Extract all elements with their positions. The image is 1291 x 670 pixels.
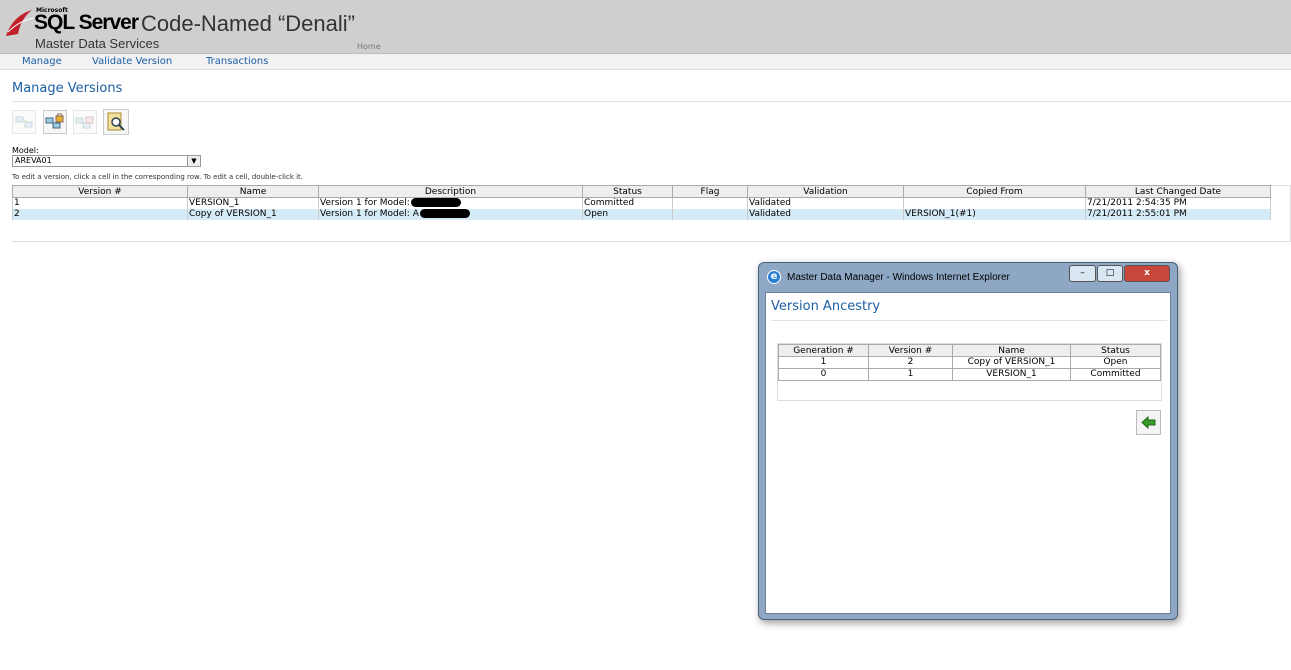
description-cell[interactable]: Version 1 for Model: A (318, 209, 583, 220)
nav-item-validate-version[interactable]: Validate Version (92, 56, 172, 67)
name-cell[interactable]: Copy of VERSION_1 (187, 209, 319, 220)
column-header[interactable]: Description (318, 185, 583, 198)
back-button[interactable] (1136, 410, 1161, 435)
top-nav: Manage Validate Version Transactions (0, 54, 1291, 70)
sql-server-logo-icon (6, 10, 35, 36)
chevron-down-icon[interactable]: ▼ (187, 156, 200, 166)
window-titlebar[interactable]: e Master Data Manager - Windows Internet… (759, 263, 1177, 291)
version-number-cell[interactable]: 1 (868, 368, 953, 381)
name-cell[interactable]: Copy of VERSION_1 (952, 356, 1071, 369)
redaction-mark (419, 209, 470, 218)
title-divider (771, 320, 1167, 321)
description-text: Version 1 for Model: (320, 198, 410, 208)
model-label: Model: (12, 146, 39, 155)
description-text: Version 1 for Model: A (320, 209, 419, 219)
product-subtitle: Master Data Services (35, 36, 160, 51)
home-link[interactable]: Home (357, 42, 381, 51)
table-row[interactable]: 1 2 Copy of VERSION_1 Open (778, 356, 1161, 369)
edit-instructions: To edit a version, click a cell in the c… (12, 173, 304, 181)
status-cell[interactable]: Open (582, 209, 673, 220)
column-header[interactable]: Name (952, 344, 1071, 357)
versions-table: Version # Name Description Status Flag V… (12, 185, 1271, 220)
column-header[interactable]: Status (582, 185, 673, 198)
column-header[interactable]: Name (187, 185, 319, 198)
model-select-value: AREVA01 (15, 156, 52, 165)
nav-item-manage[interactable]: Manage (22, 56, 62, 67)
generation-cell[interactable]: 1 (778, 356, 869, 369)
window-content: Version Ancestry Generation # Version # … (765, 292, 1171, 614)
table-row[interactable]: 1 VERSION_1 Version 1 for Model: Committ… (12, 197, 1271, 209)
column-header[interactable]: Version # (868, 344, 953, 357)
version-ancestry-window: e Master Data Manager - Windows Internet… (758, 262, 1178, 620)
version-number-cell[interactable]: 2 (12, 209, 188, 220)
lock-version-icon[interactable] (43, 110, 67, 134)
redaction-mark (410, 198, 461, 207)
column-header[interactable]: Last Changed Date (1085, 185, 1271, 198)
maximize-button[interactable]: □ (1097, 265, 1123, 282)
copy-version-icon[interactable] (12, 110, 36, 134)
table-row[interactable]: 2 Copy of VERSION_1 Version 1 for Model:… (12, 209, 1271, 220)
column-header[interactable]: Copied From (903, 185, 1086, 198)
version-ancestry-icon[interactable] (103, 109, 129, 135)
column-header[interactable]: Flag (672, 185, 748, 198)
product-codename: Code-Named “Denali” (141, 11, 355, 36)
generation-cell[interactable]: 0 (778, 368, 869, 381)
description-cell[interactable]: Version 1 for Model: (318, 197, 583, 209)
internet-explorer-icon: e (767, 270, 781, 284)
copied-from-cell[interactable]: VERSION_1(#1) (903, 209, 1086, 220)
column-header[interactable]: Generation # (778, 344, 869, 357)
table-header-row: Version # Name Description Status Flag V… (12, 185, 1271, 198)
close-button[interactable]: x (1124, 265, 1170, 282)
ancestry-table: Generation # Version # Name Status 1 2 C… (778, 344, 1161, 381)
column-header[interactable]: Version # (12, 185, 188, 198)
validation-cell[interactable]: Validated (747, 197, 904, 209)
table-header-row: Generation # Version # Name Status (778, 344, 1161, 357)
status-cell[interactable]: Committed (1070, 368, 1161, 381)
status-cell[interactable]: Committed (582, 197, 673, 209)
flag-cell[interactable] (672, 209, 748, 220)
flag-cell[interactable] (672, 197, 748, 209)
table-row[interactable]: 0 1 VERSION_1 Committed (778, 368, 1161, 381)
nav-item-transactions[interactable]: Transactions (206, 56, 268, 67)
app-header: Microsoft SQL Server Code-Named “Denali”… (0, 0, 1291, 54)
column-header[interactable]: Status (1070, 344, 1161, 357)
status-cell[interactable]: Open (1070, 356, 1161, 369)
model-select[interactable]: AREVA01 ▼ (12, 155, 201, 167)
name-cell[interactable]: VERSION_1 (187, 197, 319, 209)
column-header[interactable]: Validation (747, 185, 904, 198)
back-arrow-icon (1141, 415, 1156, 430)
version-number-cell[interactable]: 1 (12, 197, 188, 209)
copied-from-cell[interactable] (903, 197, 1086, 209)
validation-cell[interactable]: Validated (747, 209, 904, 220)
name-cell[interactable]: VERSION_1 (952, 368, 1071, 381)
page-title: Manage Versions (12, 81, 123, 96)
last-changed-cell[interactable]: 7/21/2011 2:54:35 PM (1085, 197, 1271, 209)
minimize-button[interactable]: – (1069, 265, 1096, 282)
ancestry-title: Version Ancestry (771, 299, 881, 314)
window-title: Master Data Manager - Windows Internet E… (787, 272, 1010, 283)
unlock-version-icon[interactable] (73, 110, 97, 134)
title-divider (12, 101, 1291, 102)
product-name: SQL Server (34, 11, 139, 34)
last-changed-cell[interactable]: 7/21/2011 2:55:01 PM (1085, 209, 1271, 220)
version-number-cell[interactable]: 2 (868, 356, 953, 369)
